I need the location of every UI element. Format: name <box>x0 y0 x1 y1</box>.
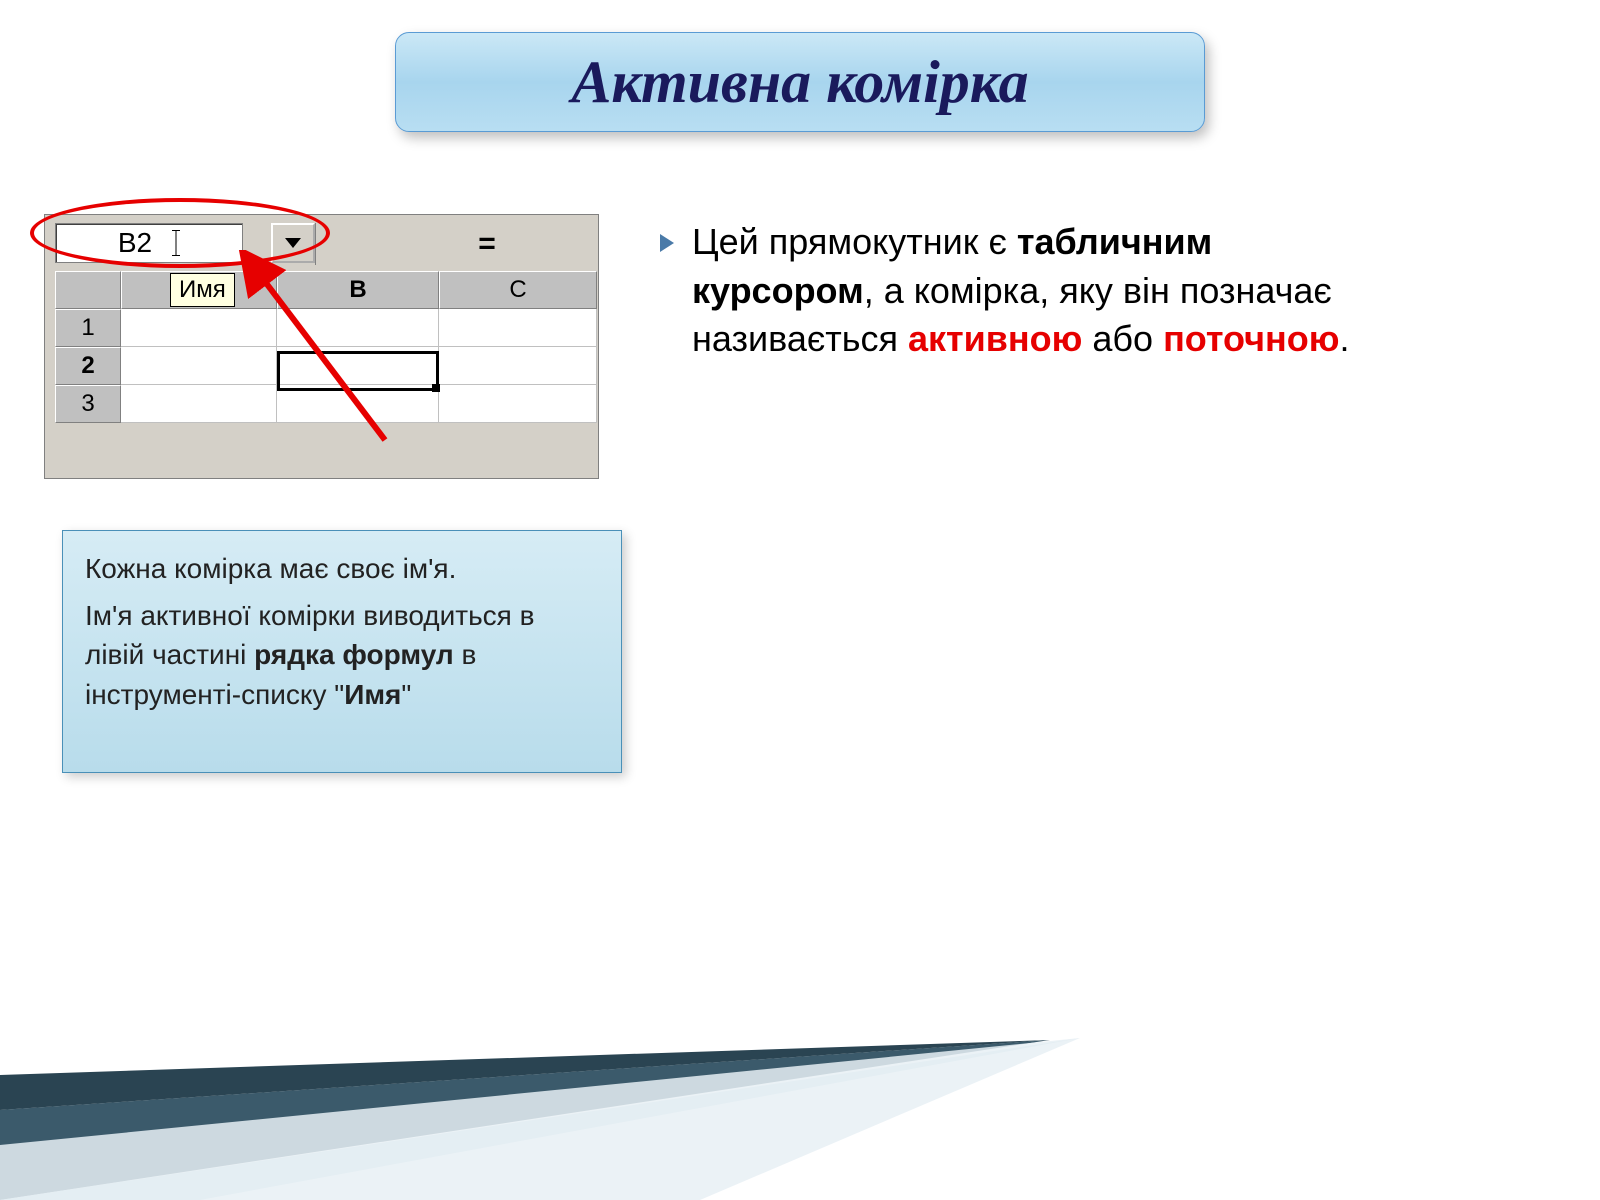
column-headers: A B C <box>55 271 598 309</box>
bullet-icon <box>660 234 674 252</box>
description-text: Цей прямокутник є табличним курсором, а … <box>692 218 1400 364</box>
formula-equals: = <box>315 223 598 265</box>
name-box[interactable]: B2 <box>55 223 243 263</box>
sheet-row-1: 1 <box>55 309 598 347</box>
cell-c1[interactable] <box>439 309 597 347</box>
name-box-dropdown[interactable] <box>271 223 315 263</box>
callout-line-1: Кожна комірка має своє ім'я. <box>85 549 599 588</box>
cell-a3[interactable] <box>121 385 277 423</box>
description-bullet: Цей прямокутник є табличним курсором, а … <box>660 218 1400 364</box>
column-header-c[interactable]: C <box>439 271 597 309</box>
cell-a1[interactable] <box>121 309 277 347</box>
sheet-row-2: 2 <box>55 347 598 385</box>
name-tooltip: Имя <box>170 273 235 307</box>
sheet-row-3: 3 <box>55 385 598 423</box>
slide-decoration <box>0 980 1600 1200</box>
cell-b3[interactable] <box>277 385 439 423</box>
text-cursor-icon <box>172 228 180 258</box>
equals-sign: = <box>478 227 496 261</box>
cell-b1[interactable] <box>277 309 439 347</box>
formula-bar-row: B2 = <box>55 223 598 265</box>
row-header-2[interactable]: 2 <box>55 347 121 385</box>
slide-title-banner: Активна комірка <box>395 32 1205 132</box>
callout-box: Кожна комірка має своє ім'я. Ім'я активн… <box>62 530 622 773</box>
excel-screenshot: B2 = Имя A B C 1 2 <box>44 214 599 479</box>
chevron-down-icon <box>285 238 301 248</box>
excel-inner: B2 = Имя A B C 1 2 <box>55 223 598 478</box>
row-header-3[interactable]: 3 <box>55 385 121 423</box>
column-header-b[interactable]: B <box>277 271 439 309</box>
cell-a2[interactable] <box>121 347 277 385</box>
cell-c3[interactable] <box>439 385 597 423</box>
select-all-corner[interactable] <box>55 271 121 309</box>
cell-c2[interactable] <box>439 347 597 385</box>
callout-line-2: Ім'я активної комірки виводиться в лівій… <box>85 596 599 714</box>
name-box-value: B2 <box>118 227 172 259</box>
row-header-1[interactable]: 1 <box>55 309 121 347</box>
slide-title: Активна комірка <box>571 48 1028 117</box>
cell-b2[interactable] <box>277 347 439 385</box>
